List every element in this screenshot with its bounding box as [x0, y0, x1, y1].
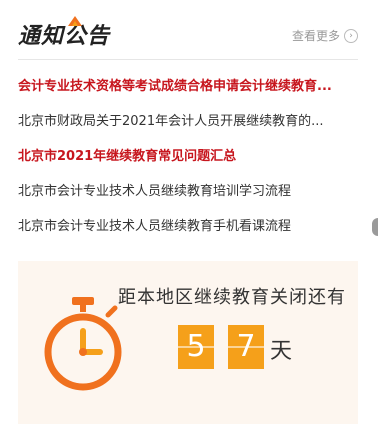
side-scroll-tab[interactable] [372, 218, 378, 236]
news-item[interactable]: 北京市2021年继续教育常见问题汇总 [18, 142, 348, 177]
countdown-digits: 5 7 [178, 325, 264, 369]
countdown-card: 距本地区继续教育关闭还有 5 7 天 [18, 261, 358, 424]
news-list: 会计专业技术资格等考试成绩合格申请会计继续教育... 北京市财政局关于2021年… [18, 72, 348, 247]
header-divider [18, 59, 358, 60]
countdown-digit: 5 [178, 325, 214, 369]
news-item[interactable]: 北京市财政局关于2021年会计人员开展继续教育的... [18, 107, 348, 142]
news-item[interactable]: 会计专业技术资格等考试成绩合格申请会计继续教育... [18, 72, 348, 107]
news-item[interactable]: 北京市会计专业技术人员继续教育培训学习流程 [18, 177, 348, 212]
title-decoration-icon [68, 16, 82, 26]
view-more-link[interactable]: 查看更多 › [292, 28, 358, 44]
view-more-label: 查看更多 [291, 29, 340, 43]
chevron-right-icon: › [344, 29, 358, 43]
notice-panel: 通知公告 查看更多 › 会计专业技术资格等考试成绩合格申请会计继续教育... 北… [0, 0, 378, 437]
notice-header: 通知公告 查看更多 › [18, 16, 358, 52]
countdown-label: 距本地区继续教育关闭还有 [118, 287, 346, 308]
section-title: 通知公告 [18, 24, 111, 49]
news-item[interactable]: 北京市会计专业技术人员继续教育手机看课流程 [18, 212, 348, 247]
stopwatch-icon [44, 297, 122, 391]
countdown-unit: 天 [270, 339, 293, 364]
countdown-digit: 7 [228, 325, 264, 369]
